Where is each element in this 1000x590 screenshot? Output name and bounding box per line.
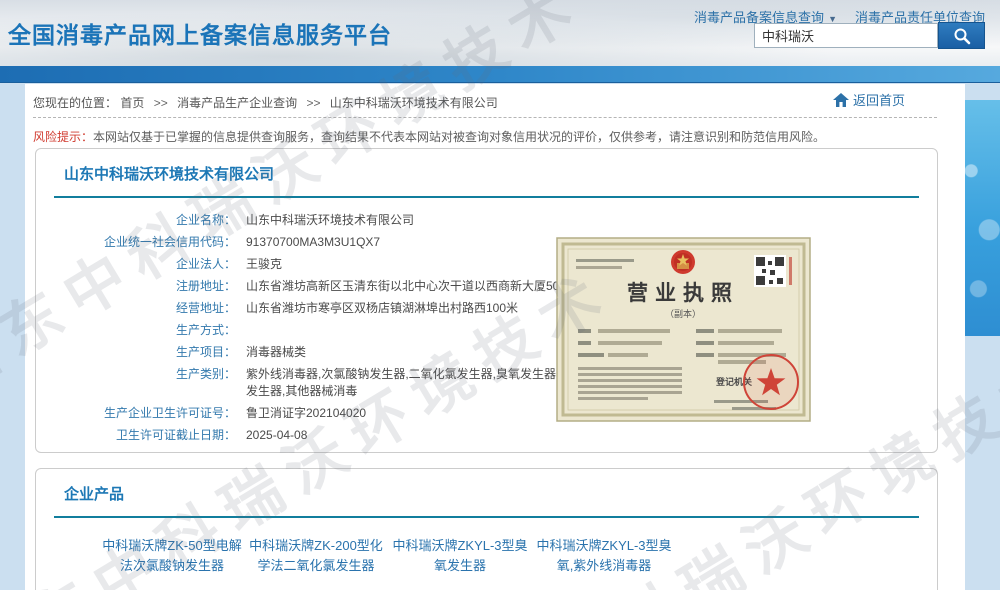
product-list: 中科瑞沃牌ZK-50型电解法次氯酸钠发生器 中科瑞沃牌ZK-200型化学法二氧化… xyxy=(101,536,937,575)
breadcrumb-separator: >> xyxy=(306,96,320,110)
page: 山东中科瑞沃环境技术 山东中科瑞沃环境技术 山东中科瑞沃环境技术 全国消毒产品网… xyxy=(0,0,1000,590)
field-label: 注册地址： xyxy=(36,278,236,295)
products-panel: 企业产品 中科瑞沃牌ZK-50型电解法次氯酸钠发生器 中科瑞沃牌ZK-200型化… xyxy=(35,468,938,590)
risk-notice-label: 风险提示： xyxy=(33,130,93,144)
field-label: 企业名称： xyxy=(36,212,236,229)
back-home-link[interactable]: 返回首页 xyxy=(833,90,905,109)
field-label: 企业统一社会信用代码： xyxy=(36,234,236,251)
company-info-panel: 山东中科瑞沃环境技术有限公司 企业名称： 山东中科瑞沃环境技术有限公司 企业统一… xyxy=(35,148,938,453)
home-icon xyxy=(833,93,849,107)
field-value: 山东中科瑞沃环境技术有限公司 xyxy=(246,212,414,229)
top-header: 全国消毒产品网上备案信息服务平台 消毒产品备案信息查询▼ 消毒产品责任单位查询 xyxy=(0,0,1000,66)
back-home-label: 返回首页 xyxy=(853,90,905,109)
risk-notice-text: 本网站仅基于已掌握的信息提供查询服务，查询结果不代表本网站对被查询对象信用状况的… xyxy=(93,130,825,144)
search-icon xyxy=(952,26,972,46)
section-divider xyxy=(54,516,919,518)
breadcrumb-current-page: 山东中科瑞沃环境技术有限公司 xyxy=(330,96,498,110)
field-value: 91370700MA3M3U1QX7 xyxy=(246,234,380,251)
main-content: 您现在的位置： 首页 >> 消毒产品生产企业查询 >> 山东中科瑞沃环境技术有限… xyxy=(25,84,965,590)
license-subtitle: （副本） xyxy=(665,308,701,319)
product-link-zkyl3-uv[interactable]: 中科瑞沃牌ZKYL-3型臭氧,紫外线消毒器 xyxy=(533,536,675,575)
field-value: 山东省潍坊高新区玉清东街以北中心次干道以西商新大厦502房间 xyxy=(246,278,590,295)
license-title: 营业执照 xyxy=(627,281,739,305)
breadcrumb-enterprise-query-link[interactable]: 消毒产品生产企业查询 xyxy=(177,96,297,110)
dashed-divider xyxy=(33,117,937,118)
red-seal xyxy=(744,355,798,409)
breadcrumb-home-link[interactable]: 首页 xyxy=(120,96,144,110)
field-value: 消毒器械类 xyxy=(246,344,306,361)
business-license-image: 营业执照 （副本） xyxy=(556,237,811,422)
search-input[interactable] xyxy=(754,23,938,48)
national-emblem-icon xyxy=(671,250,695,274)
field-value: 鲁卫消证字202104020 xyxy=(246,405,366,422)
field-value: 王骏克 xyxy=(246,256,282,273)
field-label: 经营地址： xyxy=(36,300,236,317)
search-bar xyxy=(754,22,985,49)
site-title: 全国消毒产品网上备案信息服务平台 xyxy=(8,16,392,50)
field-label: 生产企业卫生许可证号： xyxy=(36,405,236,422)
breadcrumb-prefix: 您现在的位置： xyxy=(33,96,117,110)
breadcrumb: 您现在的位置： 首页 >> 消毒产品生产企业查询 >> 山东中科瑞沃环境技术有限… xyxy=(33,94,498,111)
search-button[interactable] xyxy=(938,22,985,49)
header-divider-bar xyxy=(0,66,1000,83)
section-divider xyxy=(54,196,919,198)
field-value: 山东省潍坊市寒亭区双杨店镇湖淋埠出村路西100米 xyxy=(246,300,518,317)
product-link-zk50[interactable]: 中科瑞沃牌ZK-50型电解法次氯酸钠发生器 xyxy=(101,536,243,575)
field-label: 生产项目： xyxy=(36,344,236,361)
risk-notice: 风险提示：本网站仅基于已掌握的信息提供查询服务，查询结果不代表本网站对被查询对象… xyxy=(33,128,825,145)
field-row-license-expiry-date: 卫生许可证截止日期： 2025-04-08 xyxy=(36,427,937,444)
field-value: 紫外线消毒器,次氯酸钠发生器,二氧化氯发生器,臭氧发生器、臭氧水发生器,其他器械… xyxy=(246,366,606,400)
field-row-company-name: 企业名称： 山东中科瑞沃环境技术有限公司 xyxy=(36,212,937,229)
field-label: 企业法人： xyxy=(36,256,236,273)
products-title: 企业产品 xyxy=(64,483,937,504)
field-value: 2025-04-08 xyxy=(246,427,307,444)
field-label: 生产方式： xyxy=(36,322,236,339)
field-label: 卫生许可证截止日期： xyxy=(36,427,236,444)
product-link-zk200[interactable]: 中科瑞沃牌ZK-200型化学法二氧化氯发生器 xyxy=(245,536,387,575)
molecule-decoration-image xyxy=(964,100,1000,336)
company-title: 山东中科瑞沃环境技术有限公司 xyxy=(64,163,937,184)
field-label: 生产类别： xyxy=(36,366,236,400)
product-link-zkyl3-ozone[interactable]: 中科瑞沃牌ZKYL-3型臭氧发生器 xyxy=(389,536,531,575)
breadcrumb-separator: >> xyxy=(154,96,168,110)
